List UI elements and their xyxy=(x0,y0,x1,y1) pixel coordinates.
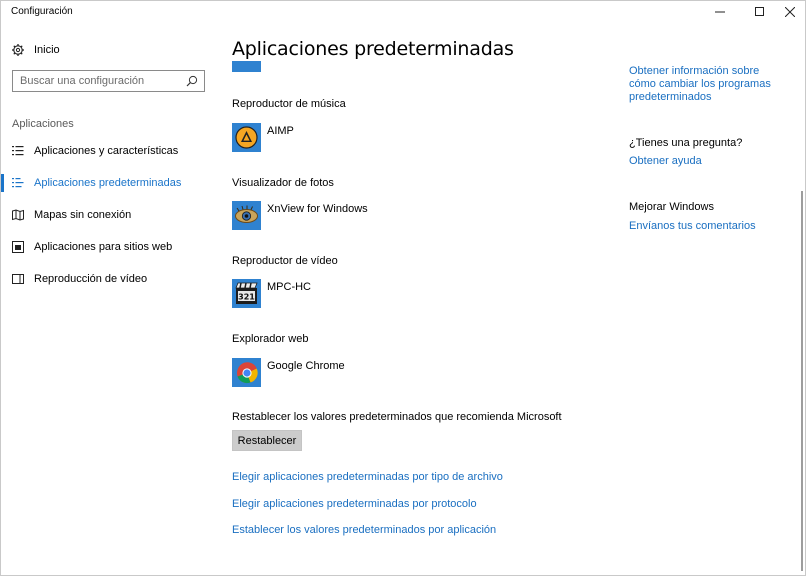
chrome-icon xyxy=(232,358,261,387)
home-label: Inicio xyxy=(34,44,60,56)
maximize-icon xyxy=(755,7,764,16)
settings-window: Configuración Inicio Buscar una configur… xyxy=(0,0,806,576)
sidebar-item-video-playback[interactable]: Reproducción de vídeo xyxy=(1,267,216,291)
question-heading: ¿Tienes una pregunta? xyxy=(629,137,743,149)
window-title: Configuración xyxy=(11,6,73,17)
default-app-video[interactable]: 321 MPC-HC xyxy=(232,279,532,309)
app-name: XnView for Windows xyxy=(267,203,368,215)
close-button[interactable] xyxy=(773,1,806,23)
category-label: Visualizador de fotos xyxy=(232,177,334,189)
default-app-photos[interactable]: XnView for Windows xyxy=(232,201,532,231)
default-app-browser[interactable]: Google Chrome xyxy=(232,358,532,388)
web-app-icon xyxy=(12,241,24,253)
sidebar-section-label: Aplicaciones xyxy=(12,118,74,130)
sidebar-item-offline-maps[interactable]: Mapas sin conexión xyxy=(1,203,216,227)
improve-windows-heading: Mejorar Windows xyxy=(629,201,714,213)
sidebar-item-apps-features[interactable]: Aplicaciones y características xyxy=(1,139,216,163)
minimize-icon xyxy=(715,11,725,13)
video-icon xyxy=(12,274,24,284)
set-defaults-by-app-link[interactable]: Establecer los valores predeterminados p… xyxy=(232,524,496,536)
app-name: AIMP xyxy=(267,125,294,137)
sidebar-item-label: Mapas sin conexión xyxy=(34,209,132,221)
title-bar: Configuración xyxy=(1,1,805,23)
selection-indicator xyxy=(1,174,4,192)
choose-by-file-type-link[interactable]: Elegir aplicaciones predeterminadas por … xyxy=(232,471,503,483)
sidebar-item-label: Aplicaciones para sitios web xyxy=(34,241,173,253)
list-icon xyxy=(12,146,24,156)
maximize-button[interactable] xyxy=(743,1,777,23)
sidebar-item-default-apps[interactable]: Aplicaciones predeterminadas xyxy=(1,171,216,195)
send-feedback-link[interactable]: Envíanos tus comentarios xyxy=(629,220,789,233)
sidebar-item-label: Reproducción de vídeo xyxy=(34,273,148,285)
app-name: MPC-HC xyxy=(267,281,311,293)
page-title: Aplicaciones predeterminadas xyxy=(232,38,514,60)
close-icon xyxy=(785,7,795,17)
default-app-music[interactable]: AIMP xyxy=(232,123,532,153)
partially-scrolled-app-tile[interactable] xyxy=(232,61,261,72)
category-label: Reproductor de música xyxy=(232,98,346,110)
search-input[interactable]: Buscar una configuración xyxy=(12,70,205,92)
scrollbar[interactable] xyxy=(801,191,803,571)
mpc-hc-icon: 321 xyxy=(232,279,261,308)
sidebar-item-label: Aplicaciones y características xyxy=(34,145,179,157)
gear-icon xyxy=(12,44,24,56)
get-help-link[interactable]: Obtener ayuda xyxy=(629,155,789,168)
minimize-button[interactable] xyxy=(703,1,737,23)
xnview-icon xyxy=(232,201,261,230)
home-nav-item[interactable]: Inicio xyxy=(12,42,60,58)
info-default-programs-link[interactable]: Obtener información sobre cómo cambiar l… xyxy=(629,65,789,104)
reset-button[interactable]: Restablecer xyxy=(232,430,302,451)
reset-description: Restablecer los valores predeterminados … xyxy=(232,411,562,423)
aimp-icon xyxy=(232,123,261,152)
choose-by-protocol-link[interactable]: Elegir aplicaciones predeterminadas por … xyxy=(232,498,477,510)
map-icon xyxy=(12,209,24,221)
category-label: Reproductor de vídeo xyxy=(232,255,338,267)
search-placeholder: Buscar una configuración xyxy=(20,75,145,87)
search-icon xyxy=(186,75,198,87)
app-name: Google Chrome xyxy=(267,360,345,372)
svg-text:321: 321 xyxy=(238,293,255,302)
sidebar-item-web-apps[interactable]: Aplicaciones para sitios web xyxy=(1,235,216,259)
default-apps-icon xyxy=(12,178,24,188)
sidebar-item-label: Aplicaciones predeterminadas xyxy=(34,177,182,189)
category-label: Explorador web xyxy=(232,333,309,345)
